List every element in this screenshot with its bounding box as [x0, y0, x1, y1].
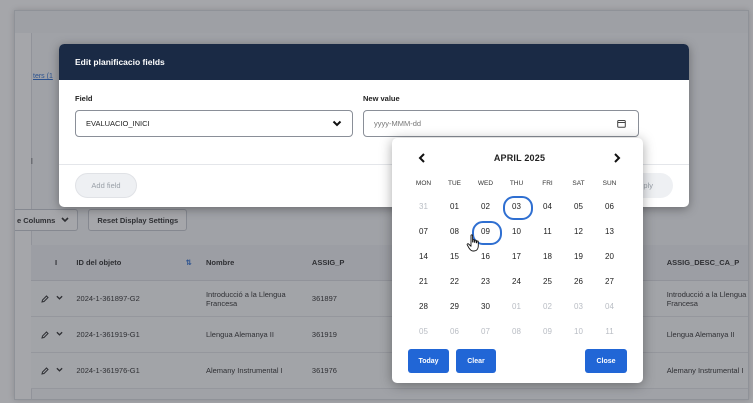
calendar-nav: APRIL 2025: [392, 148, 643, 168]
today-button[interactable]: Today: [408, 349, 449, 373]
calendar-week: 28 29 30 01 02 03 04: [408, 294, 625, 319]
add-field-button[interactable]: Add field: [75, 173, 137, 198]
date-input[interactable]: yyyy-MMM-dd: [363, 110, 639, 137]
calendar-day[interactable]: 07: [470, 322, 501, 342]
calendar-day[interactable]: 04: [594, 297, 625, 317]
calendar-day[interactable]: 28: [408, 297, 439, 317]
date-picker-popup: APRIL 2025 MON TUE WED THU FRI SAT SUN 3…: [392, 138, 643, 383]
calendar-day[interactable]: 01: [439, 197, 470, 217]
weekday-header: MON TUE WED THU FRI SAT SUN: [408, 180, 625, 187]
calendar-week: 05 06 07 08 09 10 11: [408, 319, 625, 344]
calendar-day[interactable]: 05: [563, 197, 594, 217]
calendar-day[interactable]: 31: [408, 197, 439, 217]
calendar-week: 31 01 02 03 04 05 06: [408, 194, 625, 220]
calendar-day[interactable]: 01: [501, 297, 532, 317]
field-select[interactable]: EVALUACIO_INICI: [75, 110, 353, 137]
new-value-label: New value: [363, 94, 400, 103]
calendar-day[interactable]: 07: [408, 222, 439, 242]
calendar-day[interactable]: 02: [470, 197, 501, 217]
close-button[interactable]: Close: [585, 349, 627, 373]
calendar-day[interactable]: 05: [408, 322, 439, 342]
weekday-label: MON: [415, 180, 432, 187]
dialog-title: Edit planificacio fields: [59, 44, 689, 80]
chevron-down-icon: [332, 120, 342, 127]
chevron-left-icon[interactable]: [418, 153, 426, 163]
chevron-right-icon[interactable]: [613, 153, 621, 163]
calendar-week: 14 15 16 17 18 19 20: [408, 244, 625, 269]
calendar-day[interactable]: 19: [563, 247, 594, 267]
calendar-icon[interactable]: [617, 119, 626, 128]
calendar-day[interactable]: 09: [532, 322, 563, 342]
calendar-day[interactable]: 25: [532, 272, 563, 292]
calendar-day[interactable]: 03: [563, 297, 594, 317]
calendar-day[interactable]: 29: [439, 297, 470, 317]
calendar-day-today[interactable]: 03: [501, 195, 533, 220]
calendar-month-title[interactable]: APRIL 2025: [494, 153, 545, 163]
calendar-day[interactable]: 10: [563, 322, 594, 342]
calendar-week: 07 08 09 10 11 12 13: [408, 219, 625, 245]
clear-button[interactable]: Clear: [456, 349, 496, 373]
weekday-label: SUN: [602, 180, 617, 187]
calendar-day[interactable]: 14: [408, 247, 439, 267]
calendar-day[interactable]: 13: [594, 222, 625, 242]
calendar-day[interactable]: 11: [532, 222, 563, 242]
calendar-day[interactable]: 18: [532, 247, 563, 267]
calendar-day[interactable]: 10: [501, 222, 532, 242]
calendar-day[interactable]: 06: [439, 322, 470, 342]
hand-cursor-icon: [466, 234, 479, 252]
calendar-day[interactable]: 02: [532, 297, 563, 317]
calendar-footer: Today Clear Close: [408, 349, 627, 373]
weekday-label: WED: [477, 180, 494, 187]
calendar-day[interactable]: 30: [470, 297, 501, 317]
field-select-value: EVALUACIO_INICI: [86, 119, 150, 128]
calendar-grid: 31 01 02 03 04 05 06 07 08 09 10 11 12 1…: [408, 194, 625, 344]
calendar-day[interactable]: 21: [408, 272, 439, 292]
calendar-day[interactable]: 08: [501, 322, 532, 342]
date-input-placeholder: yyyy-MMM-dd: [374, 119, 422, 128]
calendar-day[interactable]: 23: [470, 272, 501, 292]
weekday-label: SAT: [572, 180, 585, 187]
calendar-day[interactable]: 04: [532, 197, 563, 217]
calendar-day[interactable]: 24: [501, 272, 532, 292]
calendar-day[interactable]: 17: [501, 247, 532, 267]
weekday-label: FRI: [542, 180, 553, 187]
field-label: Field: [75, 94, 93, 103]
calendar-day[interactable]: 27: [594, 272, 625, 292]
calendar-day[interactable]: 22: [439, 272, 470, 292]
calendar-day[interactable]: 20: [594, 247, 625, 267]
weekday-label: THU: [509, 180, 524, 187]
weekday-label: TUE: [448, 180, 461, 187]
calendar-week: 21 22 23 24 25 26 27: [408, 269, 625, 294]
calendar-day[interactable]: 26: [563, 272, 594, 292]
calendar-day[interactable]: 06: [594, 197, 625, 217]
calendar-day[interactable]: 12: [563, 222, 594, 242]
calendar-day[interactable]: 11: [594, 322, 625, 342]
